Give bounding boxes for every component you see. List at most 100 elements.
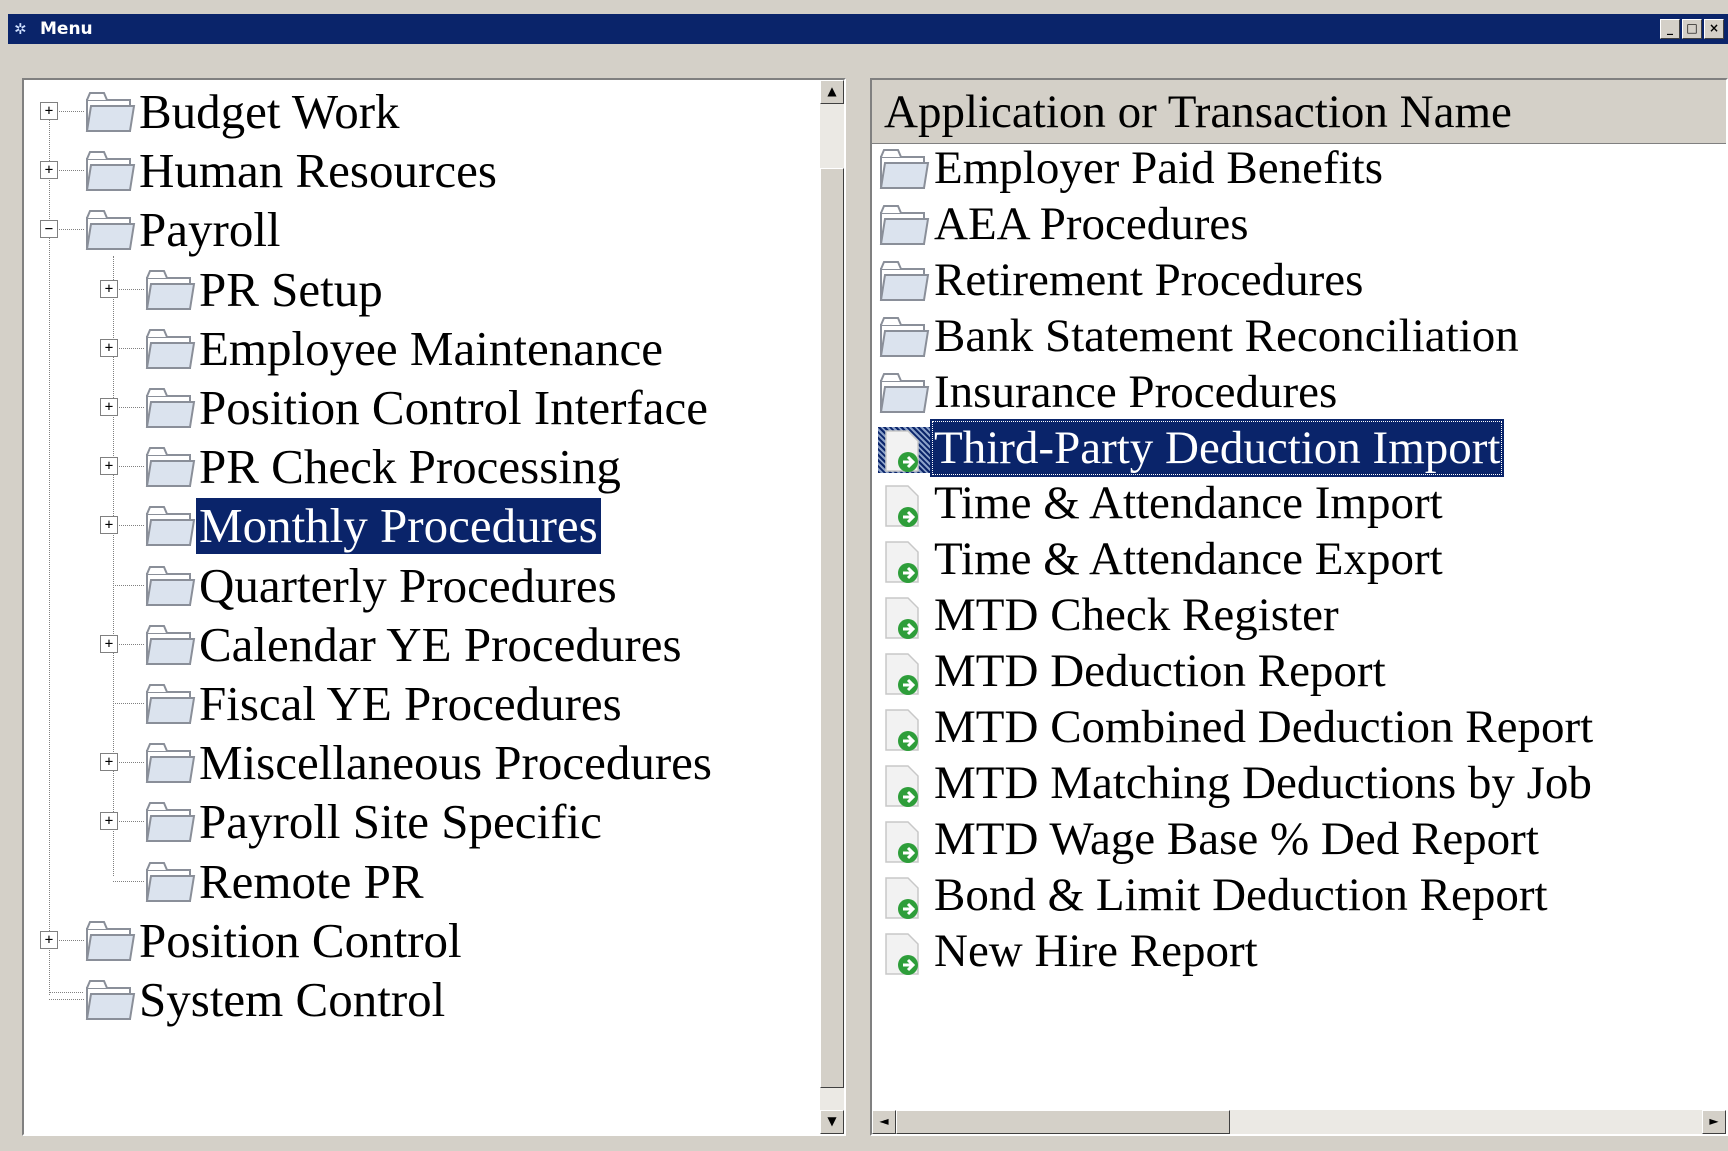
scroll-down-button[interactable]: ▼ — [820, 1110, 844, 1134]
expand-icon[interactable]: + — [100, 812, 118, 831]
expand-icon[interactable]: + — [100, 279, 118, 298]
tree-item[interactable]: + Calendar YE Procedures — [24, 614, 814, 674]
tree-item-label: Position Control — [139, 912, 462, 968]
tree-item[interactable]: + Payroll Site Specific — [24, 791, 814, 851]
window-title-bar[interactable]: ✲ Menu _ □ × — [8, 14, 1728, 44]
list-item[interactable]: MTD Deduction Report — [872, 640, 1722, 702]
folder-icon — [84, 978, 136, 1022]
scroll-thumb[interactable] — [820, 168, 844, 1088]
list-item[interactable]: Bank Statement Reconciliation — [872, 305, 1722, 367]
tree-item-label: Budget Work — [139, 84, 400, 139]
menu-app-icon: ✲ — [14, 20, 27, 38]
scroll-up-button[interactable]: ▲ — [820, 80, 844, 104]
scroll-right-button[interactable]: ► — [1702, 1110, 1726, 1134]
expand-icon[interactable]: + — [100, 398, 118, 416]
expand-icon[interactable]: + — [40, 102, 58, 120]
tree-item[interactable]: − Payroll — [24, 199, 814, 259]
folder-icon — [144, 268, 196, 312]
tree-item[interactable]: + Miscellaneous Procedures — [24, 732, 814, 792]
maximize-button[interactable]: □ — [1682, 19, 1702, 39]
tree-item[interactable]: + Position Control — [24, 910, 814, 970]
folder-icon — [84, 149, 136, 193]
expand-icon[interactable]: + — [100, 634, 118, 653]
expand-icon[interactable]: + — [100, 753, 118, 772]
transaction-list-panel[interactable]: Application or Transaction Name Employer… — [870, 78, 1728, 1136]
scroll-thumb[interactable] — [896, 1110, 1230, 1134]
tree-item[interactable]: + Monthly Procedures — [24, 495, 814, 555]
list-item[interactable]: Employer Paid Benefits — [872, 137, 1722, 199]
scroll-left-button[interactable]: ◄ — [872, 1110, 896, 1134]
list-item-label: New Hire Report — [934, 924, 1258, 977]
expand-icon[interactable]: + — [100, 338, 118, 357]
tree-item[interactable]: + Employee Maintenance — [24, 318, 814, 378]
tree-item[interactable]: Remote PR — [24, 851, 814, 911]
window-title: Menu — [40, 19, 93, 39]
folder-icon — [878, 371, 930, 417]
folder-icon — [144, 504, 196, 548]
folder-icon — [84, 90, 136, 134]
tree-item-label: Human Resources — [139, 143, 497, 199]
expand-icon[interactable]: + — [40, 930, 58, 949]
column-header[interactable]: Application or Transaction Name — [872, 80, 1726, 144]
list-item[interactable]: AEA Procedures — [872, 193, 1722, 255]
tree-item-label: Payroll Site Specific — [199, 794, 602, 850]
tree-item[interactable]: System Control — [24, 969, 814, 1029]
list-item-label: Time & Attendance Import — [934, 477, 1443, 530]
collapse-icon[interactable]: − — [40, 220, 58, 239]
run-program-icon — [878, 874, 930, 920]
tree-item[interactable]: Quarterly Procedures — [24, 555, 814, 615]
tree-item-label: Quarterly Procedures — [199, 557, 617, 613]
tree-item[interactable]: + Human Resources — [24, 140, 814, 200]
folder-icon — [878, 315, 930, 361]
list-item[interactable]: MTD Wage Base % Ded Report — [872, 808, 1722, 870]
close-button[interactable]: × — [1704, 19, 1724, 39]
tree-item[interactable]: + Budget Work — [24, 81, 814, 141]
run-program-icon — [878, 426, 930, 473]
list-item-label: AEA Procedures — [934, 197, 1249, 250]
list-item[interactable]: MTD Combined Deduction Report — [872, 696, 1722, 758]
list-item[interactable]: Time & Attendance Import — [872, 472, 1722, 534]
menu-tree-panel[interactable]: + Budget Work + Human Resources − Payroll +… — [22, 78, 846, 1136]
folder-icon — [84, 208, 136, 252]
tree-item[interactable]: Fiscal YE Procedures — [24, 673, 814, 733]
list-horizontal-scrollbar[interactable]: ◄ ► — [872, 1110, 1726, 1134]
run-program-icon — [878, 762, 930, 808]
list-item-label: MTD Matching Deductions by Job — [934, 756, 1592, 809]
list-item-label: Bond & Limit Deduction Report — [934, 868, 1548, 921]
list-item[interactable]: Retirement Procedures — [872, 249, 1722, 311]
list-item[interactable]: MTD Check Register — [872, 584, 1722, 646]
tree-item[interactable]: + PR Check Processing — [24, 436, 814, 496]
tree-item[interactable]: + Position Control Interface — [24, 377, 814, 437]
list-item-label: Third-Party Deduction Import — [930, 418, 1505, 477]
expand-icon[interactable]: + — [100, 457, 118, 476]
tree-item-label: PR Check Processing — [199, 439, 621, 495]
run-program-icon — [878, 594, 930, 640]
tree-item-label: Employee Maintenance — [199, 320, 663, 376]
list-item[interactable]: Time & Attendance Export — [872, 528, 1722, 590]
list-item[interactable]: Bond & Limit Deduction Report — [872, 864, 1722, 926]
tree-vertical-scrollbar[interactable]: ▲ ▼ — [820, 80, 844, 1134]
expand-icon[interactable]: + — [100, 516, 118, 535]
tree-item-label: Monthly Procedures — [196, 498, 601, 555]
tree-item-label: Calendar YE Procedures — [199, 616, 682, 672]
expand-icon[interactable]: + — [40, 161, 58, 180]
folder-icon — [878, 259, 930, 305]
tree-item-label: PR Setup — [199, 261, 383, 317]
tree-item-label: System Control — [139, 972, 446, 1027]
tree-item-label: Fiscal YE Procedures — [199, 676, 622, 731]
list-item-label: Retirement Procedures — [934, 253, 1364, 306]
list-item-label: MTD Deduction Report — [934, 645, 1386, 698]
folder-icon — [144, 682, 196, 726]
tree-item-label: Position Control Interface — [199, 380, 708, 435]
list-item[interactable]: Third-Party Deduction Import — [872, 417, 1722, 479]
run-program-icon — [878, 930, 930, 976]
list-item[interactable]: Insurance Procedures — [872, 361, 1722, 423]
column-header-label: Application or Transaction Name — [884, 86, 1512, 138]
tree-item[interactable]: + PR Setup — [24, 259, 814, 319]
list-item[interactable]: MTD Matching Deductions by Job — [872, 752, 1722, 814]
list-item[interactable]: New Hire Report — [872, 920, 1722, 982]
minimize-button[interactable]: _ — [1660, 19, 1680, 39]
tree-item-label: Payroll — [139, 202, 281, 258]
folder-icon — [878, 147, 930, 193]
folder-icon — [84, 919, 136, 963]
